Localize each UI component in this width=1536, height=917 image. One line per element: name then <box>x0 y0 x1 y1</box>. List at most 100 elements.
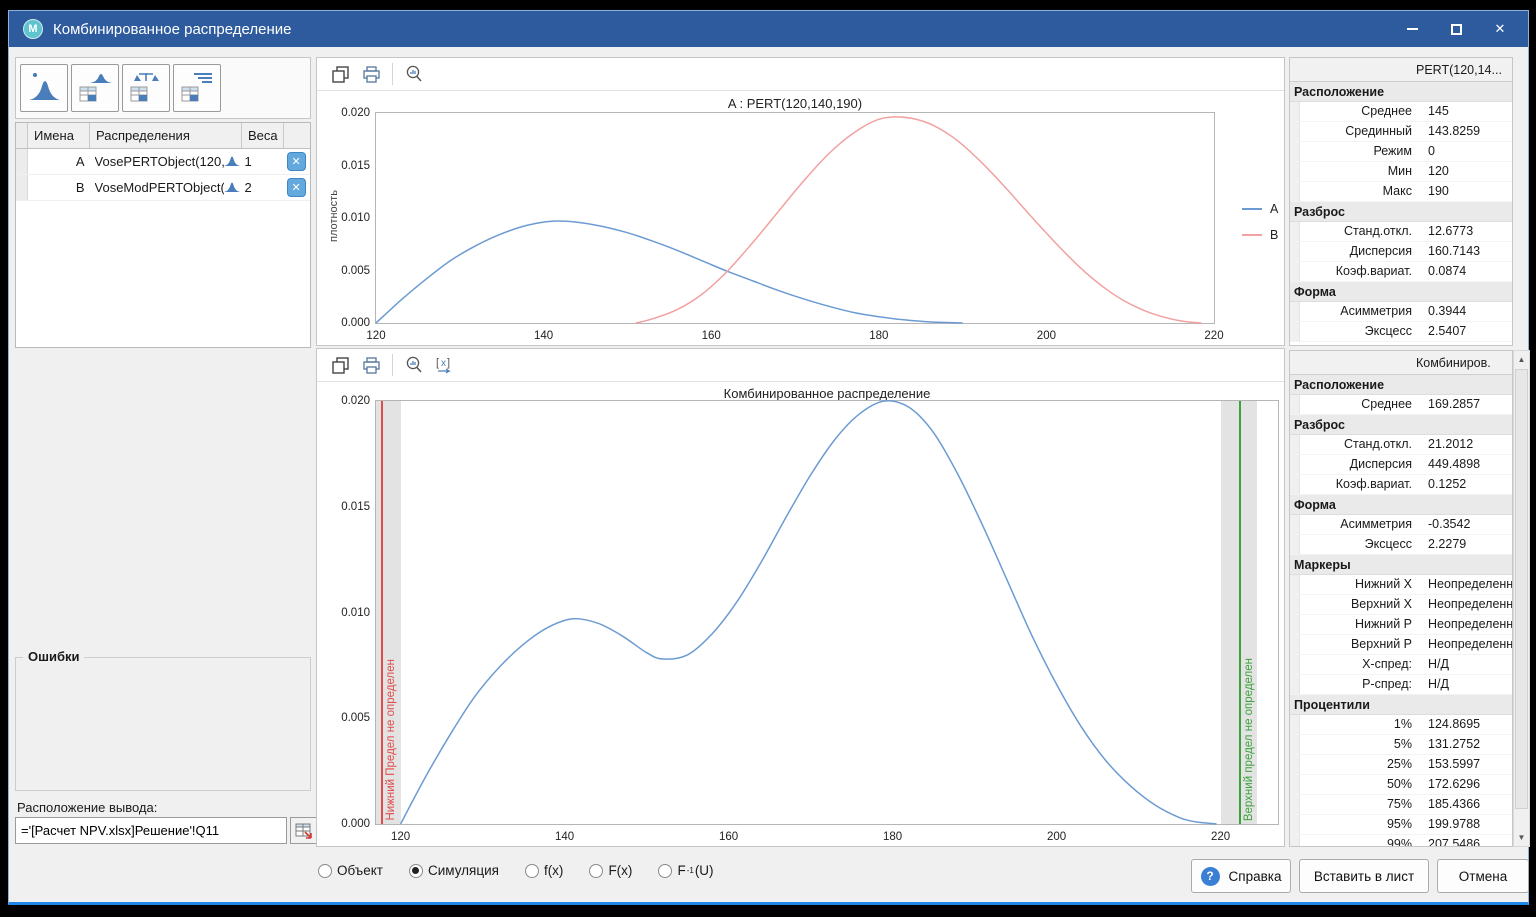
stats-row-gutter <box>1290 635 1300 654</box>
zoom-chart-button[interactable] <box>401 352 427 378</box>
stats-row: Нижний PНеопределенный <box>1290 615 1512 635</box>
add-distribution-icon <box>27 72 61 104</box>
stats-row-gutter <box>1290 162 1300 181</box>
stats-label: Станд.откл. <box>1300 222 1420 241</box>
row-selector-cell[interactable] <box>16 149 28 174</box>
stats-row: 5%131.2752 <box>1290 735 1512 755</box>
close-icon: ✕ <box>1495 21 1506 37</box>
stats-pert-header: PERT(120,14... <box>1290 58 1512 82</box>
legend-line-swatch <box>1242 208 1262 210</box>
stats-row: Верхний XНеопределенный <box>1290 595 1512 615</box>
stats-section-header: Маркеры <box>1290 555 1512 575</box>
radio-option-5[interactable]: F-1(U) <box>658 863 713 878</box>
radio-selected-dot <box>412 867 419 874</box>
radio-option-2[interactable]: Симуляция <box>409 863 499 878</box>
table-row[interactable]: AVosePERTObject(120,140,190)1✕ <box>16 149 310 175</box>
range-picker-button[interactable] <box>290 817 317 844</box>
y-tick-label: 0.000 <box>328 317 370 329</box>
stats-label: Верхний P <box>1300 635 1420 654</box>
table-row[interactable]: BVoseModPERTObject(150,180,220,5)2✕ <box>16 175 310 201</box>
stats-value: 21.2012 <box>1420 435 1512 454</box>
print-chart-button[interactable] <box>358 352 384 378</box>
title-bar[interactable]: M Комбинированное распределение ✕ <box>9 11 1528 47</box>
stats-row: Эксцесс2.5407 <box>1290 322 1512 342</box>
stats-section-header: Расположение <box>1290 375 1512 395</box>
radio-option-4[interactable]: F(x) <box>589 863 632 878</box>
stats-row: 75%185.4366 <box>1290 795 1512 815</box>
radio-option-3[interactable]: f(x) <box>525 863 564 878</box>
minimize-icon <box>1407 28 1418 30</box>
stats-row-gutter <box>1290 142 1300 161</box>
minimize-button[interactable] <box>1390 14 1434 44</box>
stats-row-gutter <box>1290 535 1300 554</box>
radio-option-1[interactable]: Объект <box>318 863 383 878</box>
stats-scrollbar[interactable]: ▲ ▼ <box>1513 350 1530 847</box>
zoom-chart-button[interactable] <box>401 61 427 87</box>
stats-label: 75% <box>1300 795 1420 814</box>
delete-row-button[interactable]: ✕ <box>287 178 306 197</box>
scroll-up-button[interactable]: ▲ <box>1514 351 1529 368</box>
stats-row: Среднее145 <box>1290 102 1512 122</box>
x-axis-scale-button[interactable]: [ x ] <box>432 352 458 378</box>
stats-value: 2.5407 <box>1420 322 1512 341</box>
list-options-button[interactable] <box>173 64 221 112</box>
help-button[interactable]: ? Справка <box>1191 859 1291 893</box>
distribution-bell-icon <box>224 154 240 170</box>
column-header-3[interactable]: Веса <box>242 123 284 148</box>
legend-item-A: A <box>1242 196 1278 222</box>
copy-chart-button[interactable] <box>327 61 353 87</box>
combined-chart-panel: [ x ] Комбинированное распределение Нижн… <box>316 348 1285 847</box>
column-header-2[interactable]: Распределения <box>90 123 242 148</box>
maximize-button[interactable] <box>1434 14 1478 44</box>
scroll-down-button[interactable]: ▼ <box>1514 829 1529 846</box>
stats-value: 131.2752 <box>1420 735 1512 754</box>
radio-label: f(x) <box>544 863 564 878</box>
add-distribution-button[interactable] <box>20 64 68 112</box>
copy-chart-button[interactable] <box>327 352 353 378</box>
stats-row: 1%124.8695 <box>1290 715 1512 735</box>
svg-text:]: ] <box>447 357 450 369</box>
stats-section-header: Процентили <box>1290 695 1512 715</box>
row-selector-cell[interactable] <box>16 175 28 200</box>
stats-row: Макс190 <box>1290 182 1512 202</box>
close-button[interactable]: ✕ <box>1478 14 1522 44</box>
stats-label: Нижний X <box>1300 575 1420 594</box>
stats-row-gutter <box>1290 675 1300 694</box>
stats-row-gutter <box>1290 815 1300 834</box>
radio-label: Симуляция <box>428 863 499 878</box>
errors-group-label: Ошибки <box>23 649 84 664</box>
distribution-formula: VosePERTObject(120,140,190) <box>95 154 225 169</box>
legend-line-swatch <box>1242 234 1262 236</box>
output-location-input[interactable] <box>15 817 287 844</box>
curve-A <box>376 221 963 323</box>
y-tick-label: 0.010 <box>328 607 370 619</box>
cancel-button[interactable]: Отмена <box>1437 859 1529 893</box>
weights-balance-button[interactable] <box>122 64 170 112</box>
stats-label: Дисперсия <box>1300 455 1420 474</box>
stats-row-gutter <box>1290 715 1300 734</box>
curve-Комбинированное <box>401 401 1217 824</box>
stats-label: Нижний P <box>1300 615 1420 634</box>
screen: M Комбинированное распределение ✕ <box>0 0 1536 917</box>
stats-row-gutter <box>1290 795 1300 814</box>
stats-row-gutter <box>1290 122 1300 141</box>
stats-label: Срединный <box>1300 122 1420 141</box>
distribution-to-cells-button[interactable] <box>71 64 119 112</box>
radio-circle <box>409 864 423 878</box>
maximize-icon <box>1451 24 1462 35</box>
curve-B <box>636 117 1202 323</box>
cell-delete: ✕ <box>282 149 310 174</box>
print-chart-button[interactable] <box>358 61 384 87</box>
cancel-button-label: Отмена <box>1459 869 1507 884</box>
scrollbar-thumb[interactable] <box>1515 369 1528 809</box>
stats-label: Станд.откл. <box>1300 435 1420 454</box>
delete-row-button[interactable]: ✕ <box>287 152 306 171</box>
insert-to-sheet-button[interactable]: Вставить в лист <box>1299 859 1429 893</box>
stats-section-header: Форма <box>1290 495 1512 515</box>
column-header-1[interactable]: Имена <box>28 123 90 148</box>
stats-value: 12.6773 <box>1420 222 1512 241</box>
stats-label: 1% <box>1300 715 1420 734</box>
stats-label: 25% <box>1300 755 1420 774</box>
x-tick-label: 140 <box>534 330 553 342</box>
stats-label: 50% <box>1300 775 1420 794</box>
